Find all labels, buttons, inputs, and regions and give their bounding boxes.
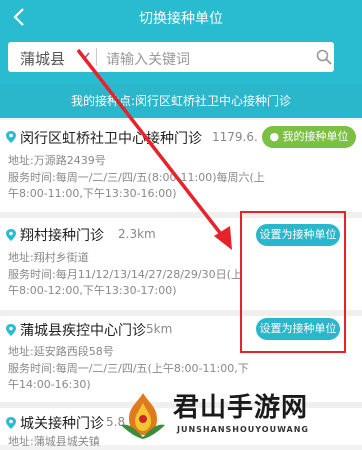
item-hours-cont: 午14:00-16:30) — [8, 378, 91, 391]
my-station-button[interactable]: ● 我的接种单位 — [262, 126, 356, 148]
item-name: 翔村接种门诊 — [20, 228, 104, 244]
watermark-title: 君山手游网 — [173, 393, 309, 423]
my-station-button-label: 我的接种单位 — [282, 130, 349, 143]
location-pin-icon — [6, 131, 16, 143]
chevron-down-icon[interactable] — [78, 51, 90, 61]
item-hours-cont: 午8:00-12:00,下午13:30-17:00) — [8, 284, 177, 297]
item-hours: 服务时间:每月11/12/13/14/27/28/29/30日(上 — [8, 268, 242, 281]
item-address: 地址:延安路西段58号 — [8, 345, 114, 358]
item-distance: 2.3km — [118, 227, 156, 241]
search-divider — [96, 48, 97, 66]
search-box: 蒲城县 请输入关键词 — [8, 42, 334, 72]
item-name: 闵行区虹桥社卫中心接种门诊 — [20, 131, 202, 147]
list-item[interactable]: 闵行区虹桥社卫中心接种门诊 1179.6. ● 我的接种单位 地址:万源路243… — [0, 120, 362, 212]
item-address: 地址:蒲城县城关镇 — [8, 435, 100, 448]
item-name: 蒲城县疾控中心门诊 — [20, 323, 146, 339]
item-hours-cont: 午8:00-11:00,下午13:30-16:00) — [8, 187, 177, 200]
location-pin-icon — [6, 417, 16, 429]
item-distance: 5km — [146, 322, 173, 336]
location-pin-icon — [6, 229, 16, 241]
location-pin-icon — [6, 324, 16, 336]
top-bar: 切换接种单位 — [0, 0, 362, 34]
highlight-box — [240, 211, 346, 353]
county-selector[interactable]: 蒲城县 — [20, 48, 65, 69]
search-bar: 蒲城县 请输入关键词 — [0, 34, 362, 84]
item-name: 城关接种门诊 — [20, 416, 104, 432]
search-input[interactable]: 请输入关键词 — [106, 49, 190, 69]
item-hours: 服务时间:每周一/二/三/四/五(8:00-11:00)每周六(上 — [8, 171, 265, 184]
item-distance: 1179.6. — [212, 130, 258, 144]
watermark-subtitle: JUNSHANSHOUYOUWANG — [177, 425, 309, 434]
page-title: 切换接种单位 — [139, 11, 223, 27]
item-address: 地址:翔村乡街道 — [8, 251, 89, 264]
user-icon: ● — [269, 130, 283, 143]
watermark-logo-icon — [121, 393, 165, 439]
item-hours: 服务时间:每周一/二/三/四/五(上午8:00-11:00,下 — [8, 362, 249, 375]
my-station-banner: 我的接种点:闵行区虹桥社卫中心接种门诊 — [0, 84, 362, 118]
watermark: 君山手游网 JUNSHANSHOUYOUWANG — [115, 385, 360, 443]
search-icon[interactable] — [316, 49, 332, 65]
item-address: 地址:万源路2439号 — [8, 154, 106, 167]
